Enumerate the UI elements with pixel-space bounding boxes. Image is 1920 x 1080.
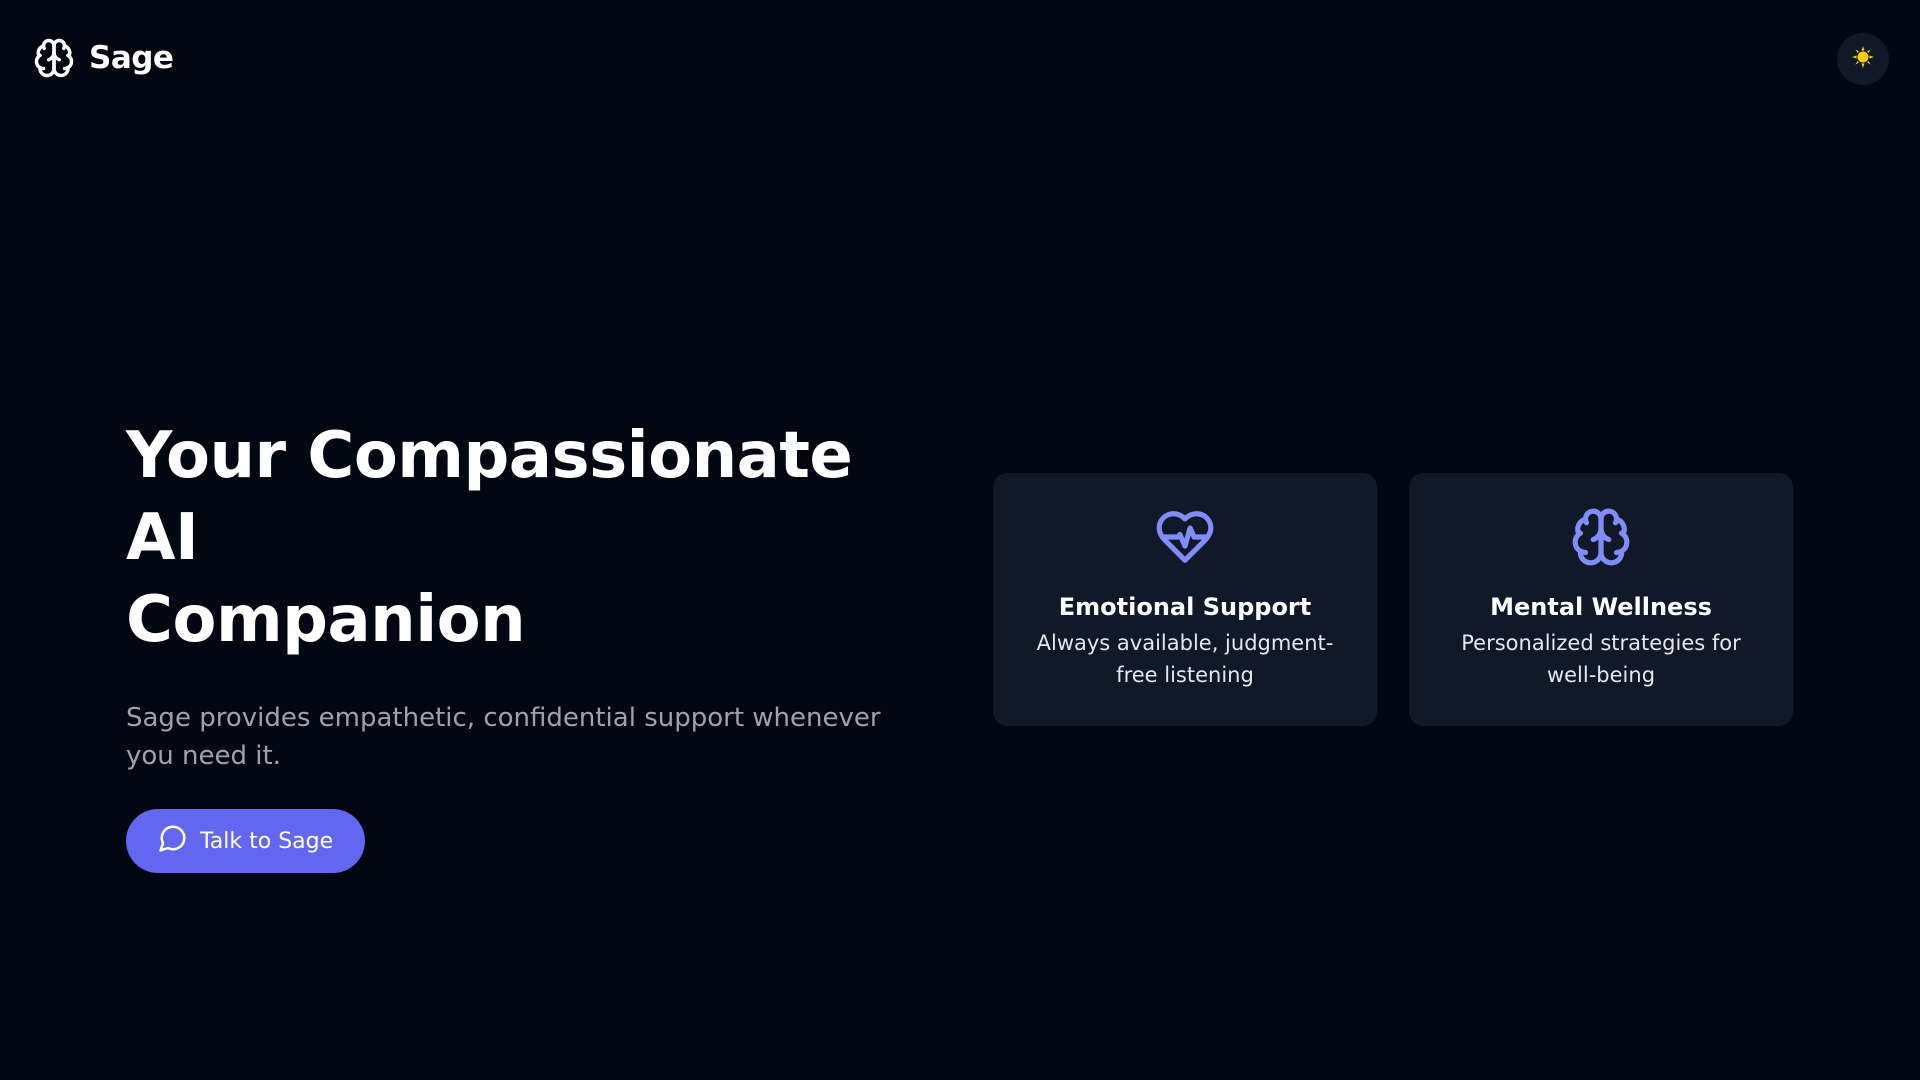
brand-name: Sage — [89, 40, 174, 76]
feature-card-mental-wellness: Mental Wellness Personalized strategies … — [1409, 473, 1793, 726]
hero-title-line2: Companion — [126, 583, 526, 657]
feature-card-description: Personalized strategies for well-being — [1461, 631, 1741, 687]
feature-cards: Emotional Support Always available, judg… — [993, 473, 1793, 726]
sun-icon — [1852, 46, 1874, 72]
heart-pulse-icon — [1154, 505, 1216, 569]
brain-icon — [33, 37, 75, 79]
message-circle-icon — [158, 823, 188, 859]
talk-to-sage-button[interactable]: Talk to Sage — [126, 809, 366, 873]
brain-icon — [1570, 505, 1632, 569]
hero-subtitle: Sage provides empathetic, confidential s… — [126, 703, 881, 771]
feature-card-emotional-support: Emotional Support Always available, judg… — [993, 473, 1377, 726]
feature-card-title: Mental Wellness — [1490, 593, 1712, 621]
talk-to-sage-label: Talk to Sage — [200, 828, 334, 854]
theme-toggle-button[interactable] — [1837, 33, 1889, 85]
hero-title: Your Compassionate AI Companion — [126, 415, 946, 661]
brand-logo-link[interactable]: Sage — [33, 37, 174, 79]
site-header: Sage — [0, 0, 1920, 120]
feature-card-description: Always available, judgment-free listenin… — [1036, 631, 1334, 687]
feature-card-title: Emotional Support — [1058, 593, 1312, 621]
hero-section: Your Compassionate AI Companion Sage pro… — [126, 415, 946, 873]
hero-title-line1: Your Compassionate AI — [126, 419, 853, 575]
